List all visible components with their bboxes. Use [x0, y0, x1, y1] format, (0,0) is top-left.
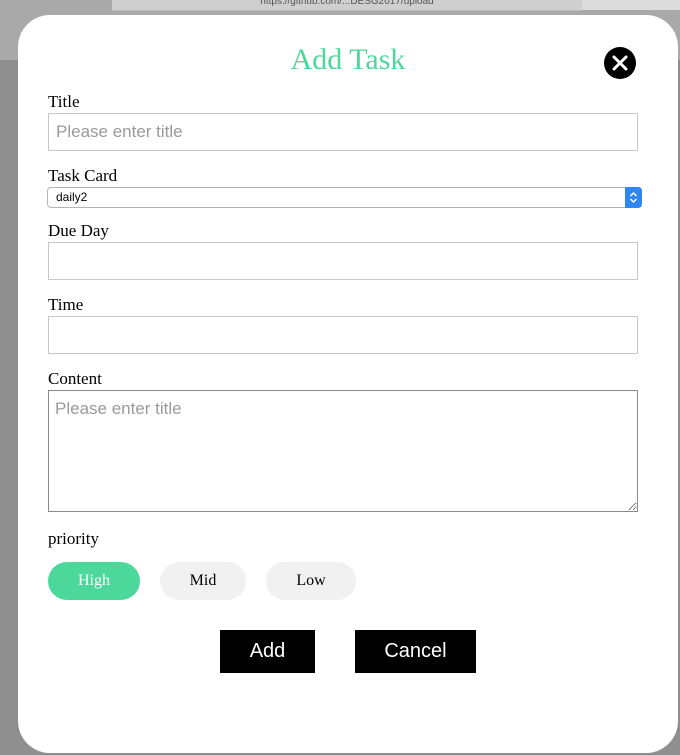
modal-title: Add Task	[290, 43, 406, 76]
priority-high-button[interactable]: High	[48, 562, 140, 600]
close-icon	[612, 55, 628, 71]
select-arrows-icon	[625, 187, 642, 208]
content-textarea[interactable]	[48, 390, 638, 512]
background-toolbar-right	[582, 0, 680, 10]
task-card-selected-value: daily2	[56, 190, 88, 204]
priority-low-button[interactable]: Low	[266, 562, 356, 600]
time-input[interactable]	[48, 316, 638, 354]
task-card-select[interactable]: daily2	[47, 187, 642, 208]
content-label: Content	[48, 369, 102, 388]
close-button[interactable]	[604, 47, 636, 79]
priority-mid-button[interactable]: Mid	[160, 562, 246, 600]
task-card-label: Task Card	[48, 166, 118, 185]
title-input[interactable]	[48, 113, 638, 151]
background-url-bar: https://github.com/...DESG2017/upload	[112, 0, 582, 11]
priority-label: priority	[48, 529, 99, 548]
title-label: Title	[48, 92, 80, 111]
cancel-button[interactable]: Cancel	[355, 630, 476, 673]
add-button[interactable]: Add	[220, 630, 315, 673]
add-task-modal: Add Task Title Task Card daily2 Due Day …	[18, 15, 678, 753]
due-day-input[interactable]	[48, 242, 638, 280]
due-day-label: Due Day	[48, 221, 109, 240]
time-label: Time	[48, 295, 84, 314]
